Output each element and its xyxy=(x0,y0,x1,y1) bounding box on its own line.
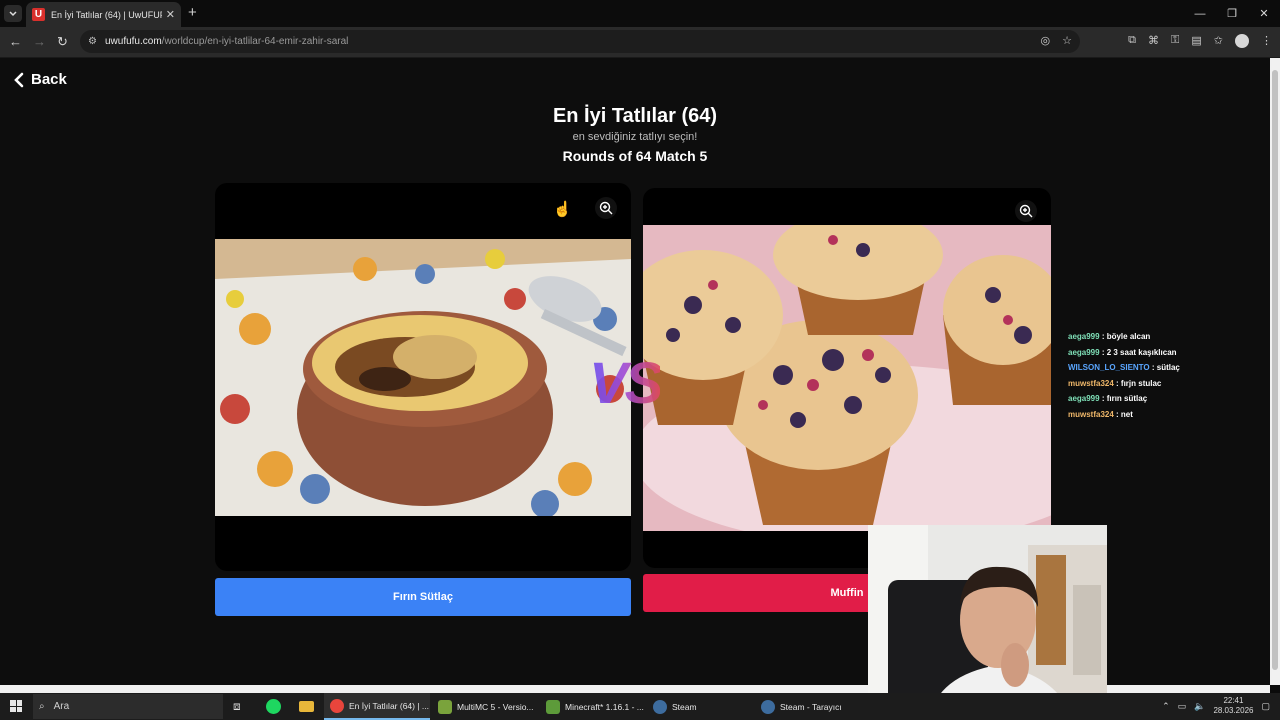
bookmarks-icon[interactable]: ✩ xyxy=(1214,34,1223,48)
back-link[interactable]: Back xyxy=(13,71,67,88)
new-tab-button[interactable]: + xyxy=(188,4,197,21)
close-tab-icon[interactable]: ✕ xyxy=(166,8,175,21)
chat-message: aega999 : 2 3 saat kaşıklıcan xyxy=(1068,347,1177,357)
chevron-down-icon xyxy=(9,10,17,16)
taskbar-item-steam[interactable]: Steam xyxy=(647,693,753,720)
network-icon[interactable]: ▭ xyxy=(1178,701,1187,712)
firin-sutlac-image xyxy=(215,239,631,516)
chat-message: aega999 : fırın sütlaç xyxy=(1068,394,1148,403)
notification-icon[interactable]: ▢ xyxy=(1261,701,1270,712)
taskbar-item-label: En İyi Tatlılar (64) | ... xyxy=(349,700,429,711)
pick-left-button[interactable]: Fırın Sütlaç xyxy=(215,578,631,616)
chat-message: aega999 : böyle alcan xyxy=(1068,332,1151,341)
chat-message: muwstfa324 : net xyxy=(1068,409,1133,419)
page-header: En İyi Tatlılar (64) en sevdiğiniz tatlı… xyxy=(0,105,1270,164)
taskbar-item-multimc[interactable]: MultiMC 5 - Versio... xyxy=(432,693,538,720)
clock-time: 22:41 xyxy=(1223,696,1244,705)
round-label: Rounds of 64 Match 5 xyxy=(562,148,708,164)
minecraft-icon xyxy=(546,699,560,714)
browser-tabstrip: U En İyi Tatlılar (64) | UwUFUFU ✕ + — ❐… xyxy=(0,0,1280,27)
browser-tab-active[interactable]: U En İyi Tatlılar (64) | UwUFUFU ✕ xyxy=(26,2,181,27)
file-explorer-icon[interactable] xyxy=(299,701,314,712)
muffin-image xyxy=(643,225,1051,531)
tab-search-button[interactable] xyxy=(4,5,22,22)
browser-toolbar: ← → ↻ ⚙ uwufufu.com/worldcup/en-iyi-tatl… xyxy=(0,27,1280,58)
uwufufu-favicon-icon: U xyxy=(32,8,45,21)
page-title: En İyi Tatlılar (64) xyxy=(552,105,718,127)
eye-off-icon[interactable]: ◎ xyxy=(1041,34,1051,47)
window-controls: — ❐ ✕ xyxy=(1184,0,1280,27)
windows-taskbar: ⌕ Ara ⧈ En İyi Tatlılar (64) | ... Multi… xyxy=(0,693,1280,720)
taskbar-item-minecraft[interactable]: Minecraft* 1.16.1 - ... xyxy=(540,693,646,720)
system-tray: ⌃ ▭ 🔈 22:41 28.03.2026 ▢ xyxy=(1162,696,1270,716)
restore-button[interactable]: ❐ xyxy=(1216,0,1248,27)
left-choice-card[interactable] xyxy=(215,183,631,571)
menu-kebab-icon[interactable]: ⋮ xyxy=(1261,34,1272,48)
vs-label: VS xyxy=(589,351,663,416)
search-placeholder: Ara xyxy=(53,701,70,712)
multimc-icon xyxy=(438,699,452,714)
taskbar-search[interactable]: ⌕ Ara xyxy=(33,694,223,719)
taskbar-item-steam-browser[interactable]: Steam - Tarayıcı xyxy=(755,693,861,720)
vertical-scrollbar[interactable] xyxy=(1270,58,1280,685)
zoom-in-icon[interactable] xyxy=(595,197,617,219)
reload-icon[interactable]: ↻ xyxy=(57,34,68,50)
right-choice-card[interactable] xyxy=(643,188,1051,568)
chat-overlay: aega999 : böyle alcan aega999 : 2 3 saat… xyxy=(1068,329,1180,422)
reading-list-icon[interactable]: ▤ xyxy=(1191,34,1201,48)
scrollbar-thumb[interactable] xyxy=(1272,70,1278,670)
translate-icon[interactable]: ⌘ xyxy=(1148,34,1159,48)
task-view-icon[interactable]: ⧈ xyxy=(233,699,241,714)
taskbar-clock[interactable]: 22:41 28.03.2026 xyxy=(1213,696,1253,716)
zoom-in-icon[interactable] xyxy=(1015,200,1037,222)
address-bar[interactable]: ⚙ uwufufu.com/worldcup/en-iyi-tatlilar-6… xyxy=(80,30,1080,53)
site-info-icon[interactable]: ⚙ xyxy=(88,36,97,47)
taskbar-item-label: Minecraft* 1.16.1 - ... xyxy=(565,701,644,712)
profile-avatar[interactable] xyxy=(1235,34,1249,48)
back-arrow-icon[interactable]: ← xyxy=(9,34,22,49)
clock-date: 28.03.2026 xyxy=(1213,706,1254,715)
taskbar-item-label: Steam - Tarayıcı xyxy=(780,701,842,712)
page-subtitle: en sevdiğiniz tatlıyı seçin! xyxy=(572,131,698,143)
extensions-icon[interactable]: ⧉ xyxy=(1128,34,1136,48)
chat-message: muwstfa324 : fırjn stulac xyxy=(1068,378,1162,388)
search-icon: ⌕ xyxy=(39,701,45,712)
password-key-icon[interactable]: ⚿ xyxy=(1171,34,1179,48)
url-text: uwufufu.com/worldcup/en-iyi-tatlilar-64-… xyxy=(104,36,349,47)
chat-message: WILSON_LO_SIENTO : sütlaç xyxy=(1068,363,1180,372)
steam-icon xyxy=(653,699,667,714)
chrome-icon xyxy=(330,698,344,713)
bookmark-star-icon[interactable]: ☆ xyxy=(1062,34,1072,47)
hand-cursor-icon: ☝ xyxy=(553,201,572,218)
taskbar-item-label: MultiMC 5 - Versio... xyxy=(457,701,534,712)
taskbar-item-label: Steam xyxy=(672,701,697,712)
steam-icon xyxy=(761,699,775,714)
webcam-overlay xyxy=(868,525,1107,720)
chevron-up-icon[interactable]: ⌃ xyxy=(1162,701,1170,712)
minimize-button[interactable]: — xyxy=(1184,0,1216,27)
back-label: Back xyxy=(31,71,67,88)
spotify-icon[interactable] xyxy=(266,699,281,714)
chevron-left-icon xyxy=(14,72,24,87)
close-window-button[interactable]: ✕ xyxy=(1248,0,1280,27)
taskbar-item-chrome[interactable]: En İyi Tatlılar (64) | ... xyxy=(324,693,430,720)
forward-arrow-icon[interactable]: → xyxy=(33,34,46,49)
speaker-icon[interactable]: 🔈 xyxy=(1194,701,1205,712)
windows-start-icon[interactable] xyxy=(10,700,22,712)
tab-title: En İyi Tatlılar (64) | UwUFUFU xyxy=(51,9,162,20)
